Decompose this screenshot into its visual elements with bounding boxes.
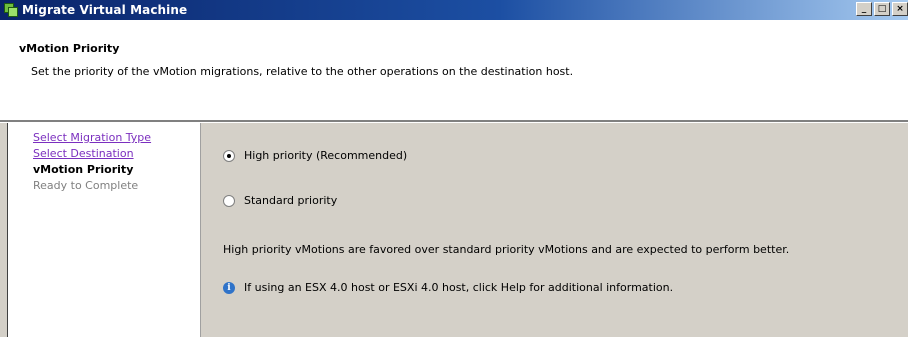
window-controls: _ □ ×: [854, 2, 908, 16]
wizard-header: vMotion Priority Set the priority of the…: [0, 20, 908, 120]
window-title: Migrate Virtual Machine: [22, 3, 188, 17]
minimize-button[interactable]: _: [856, 2, 872, 16]
standard-priority-option[interactable]: Standard priority: [223, 194, 337, 207]
page-subtitle: Set the priority of the vMotion migratio…: [31, 65, 574, 78]
step-select-destination[interactable]: Select Destination: [33, 146, 151, 162]
info-note: i If using an ESX 4.0 host or ESXi 4.0 h…: [223, 281, 673, 294]
standard-priority-radio[interactable]: [223, 194, 235, 207]
wizard-content: High priority (Recommended) Standard pri…: [201, 123, 908, 337]
wizard-steps-list: Select Migration Type Select Destination…: [33, 130, 151, 194]
step-ready-to-complete: Ready to Complete: [33, 179, 139, 192]
high-priority-option[interactable]: High priority (Recommended): [223, 149, 407, 162]
vm-migrate-icon: [4, 3, 18, 17]
page-title: vMotion Priority: [19, 42, 120, 55]
title-bar[interactable]: Migrate Virtual Machine _ □ ×: [0, 0, 908, 20]
priority-description: High priority vMotions are favored over …: [223, 243, 790, 256]
close-button[interactable]: ×: [892, 2, 908, 16]
step-vmotion-priority: vMotion Priority: [33, 163, 134, 176]
info-icon: i: [223, 281, 235, 294]
step-select-migration-type[interactable]: Select Migration Type: [33, 130, 151, 146]
high-priority-label[interactable]: High priority (Recommended): [244, 149, 407, 162]
wizard-steps-sidebar: Select Migration Type Select Destination…: [8, 123, 201, 337]
high-priority-radio[interactable]: [223, 149, 235, 162]
standard-priority-label[interactable]: Standard priority: [244, 194, 337, 207]
info-text: If using an ESX 4.0 host or ESXi 4.0 hos…: [244, 281, 674, 294]
maximize-button[interactable]: □: [874, 2, 890, 16]
